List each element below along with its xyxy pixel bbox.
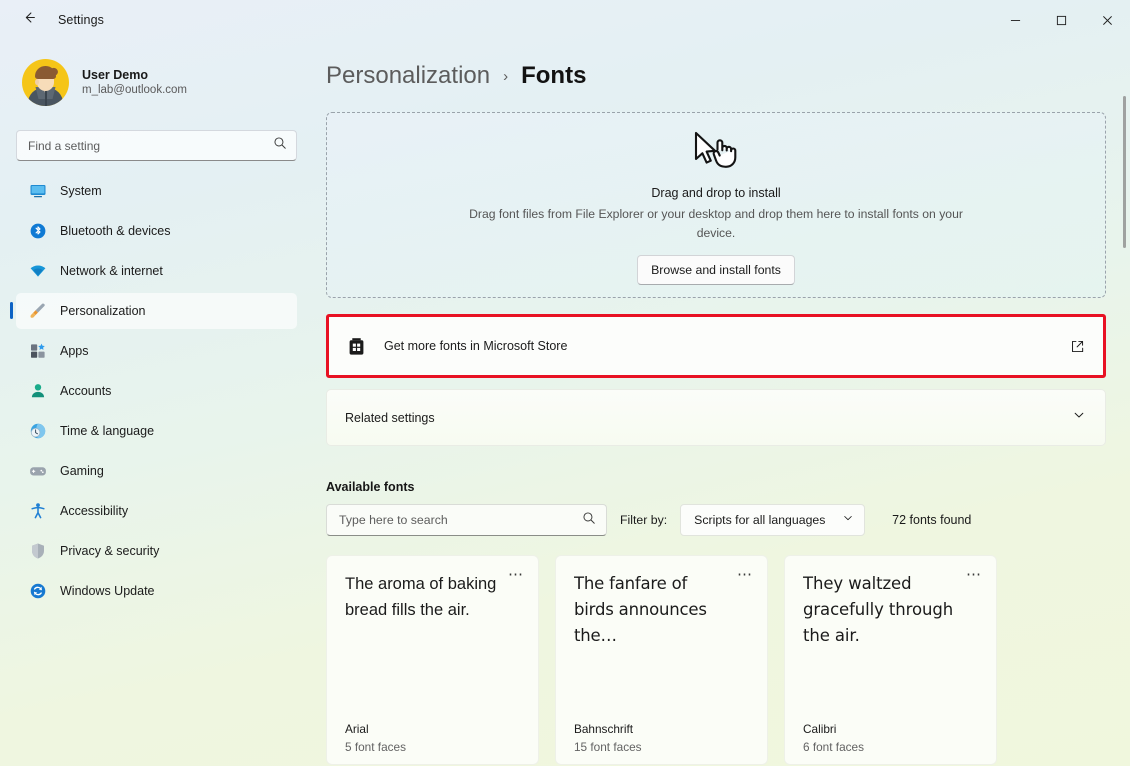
sidebar-item-label: Personalization [60,304,146,318]
person-icon [29,382,47,400]
bluetooth-icon [29,222,47,240]
chevron-down-icon [842,511,854,529]
filter-by-label: Filter by: [620,513,668,527]
sidebar-item-label: System [60,184,102,198]
clock-globe-icon [29,422,47,440]
page-title: Fonts [521,62,587,89]
scripts-filter-dropdown[interactable]: Scripts for all languages [680,504,866,536]
account-summary[interactable]: User Demo m_lab@outlook.com [16,40,297,110]
fonts-filter-bar: Filter by: Scripts for all languages 72 … [326,504,1106,536]
cursor-hand-drag-icon [690,129,742,180]
minimize-button[interactable] [992,0,1038,40]
breadcrumb: Personalization › Fonts [326,62,1106,90]
window-controls [992,0,1130,40]
account-name: User Demo [82,68,148,82]
store-row-label: Get more fonts in Microsoft Store [384,339,568,353]
close-button[interactable] [1084,0,1130,40]
drop-zone-title: Drag and drop to install [651,186,781,200]
search-input[interactable] [28,138,273,153]
sidebar-item-label: Gaming [60,464,104,478]
main-scrollbar-thumb[interactable] [1123,96,1126,248]
font-drop-zone[interactable]: Drag and drop to install Drag font files… [326,112,1106,298]
sidebar-item-label: Time & language [60,424,155,438]
scripts-filter-value: Scripts for all languages [694,513,826,527]
update-refresh-icon [29,582,47,600]
sidebar-item-apps[interactable]: Apps [16,333,297,369]
sidebar-item-label: Accessibility [60,504,129,518]
available-fonts-heading: Available fonts [326,480,415,494]
sidebar-nav: System Bluetooth & devices Network & int… [10,173,297,609]
sidebar-item-label: Network & internet [60,264,163,278]
sidebar: User Demo m_lab@outlook.com System [0,40,313,766]
font-faces-count: 15 font faces [574,740,642,754]
font-name: Calibri [803,722,837,736]
avatar [22,58,69,106]
more-options-icon[interactable]: ⋯ [508,567,524,582]
sidebar-item-label: Privacy & security [60,544,160,558]
browse-install-fonts-button[interactable]: Browse and install fonts [637,255,795,285]
font-faces-count: 5 font faces [345,740,406,754]
font-card-grid: The aroma of baking bread fills the air.… [326,555,1106,765]
fonts-found-count: 72 fonts found [892,513,972,527]
related-settings-row[interactable]: Related settings [326,389,1106,446]
font-sample-text: The fanfare of birds announces the… [574,574,707,645]
title-bar: Settings [0,0,1130,40]
accessibility-icon [29,502,47,520]
font-search-input[interactable] [339,513,582,527]
chevron-down-icon [1072,408,1086,427]
drop-zone-description: Drag font files from File Explorer or yo… [469,207,963,240]
sidebar-item-accounts[interactable]: Accounts [16,373,297,409]
get-more-fonts-row[interactable]: Get more fonts in Microsoft Store [329,317,1103,375]
microsoft-store-icon [346,336,367,357]
main-content: Personalization › Fonts Drag and drop to… [313,40,1130,766]
apps-grid-icon [29,342,47,360]
sidebar-item-privacy-security[interactable]: Privacy & security [16,533,297,569]
sidebar-item-label: Windows Update [60,584,155,598]
account-email: m_lab@outlook.com [82,84,187,96]
store-row-highlight: Get more fonts in Microsoft Store [326,314,1106,378]
sidebar-item-label: Apps [60,344,89,358]
sidebar-item-label: Accounts [60,384,112,398]
search-icon [582,511,596,530]
font-sample-text: The aroma of baking bread fills the air. [345,575,497,619]
related-settings-label: Related settings [345,410,435,425]
more-options-icon[interactable]: ⋯ [966,567,982,582]
breadcrumb-separator: › [503,67,509,85]
maximize-button[interactable] [1038,0,1084,40]
open-external-icon [1070,339,1085,354]
monitor-icon [29,182,47,200]
font-card[interactable]: The fanfare of birds announces the… ⋯ Ba… [555,555,768,765]
font-name: Bahnschrift [574,722,634,736]
font-card[interactable]: They waltzed gracefully through the air.… [784,555,997,765]
shield-icon [29,542,47,560]
font-card[interactable]: The aroma of baking bread fills the air.… [326,555,539,765]
sidebar-item-time-language[interactable]: Time & language [16,413,297,449]
sidebar-item-accessibility[interactable]: Accessibility [16,493,297,529]
app-title: Settings [58,13,104,27]
font-name: Arial [345,722,369,736]
font-search-box[interactable] [326,504,607,536]
breadcrumb-parent[interactable]: Personalization [326,62,490,90]
sidebar-search[interactable] [16,130,297,161]
sidebar-item-system[interactable]: System [16,173,297,209]
back-button[interactable] [12,5,46,35]
sidebar-item-label: Bluetooth & devices [60,224,171,238]
sidebar-item-network-internet[interactable]: Network & internet [16,253,297,289]
sidebar-item-personalization[interactable]: Personalization [10,293,297,329]
wifi-icon [29,262,47,280]
back-arrow-icon [22,10,37,30]
font-sample-text: They waltzed gracefully through the air. [803,574,954,645]
font-faces-count: 6 font faces [803,740,864,754]
more-options-icon[interactable]: ⋯ [737,567,753,582]
gamepad-icon [29,462,47,480]
sidebar-item-gaming[interactable]: Gaming [16,453,297,489]
sidebar-item-bluetooth-devices[interactable]: Bluetooth & devices [16,213,297,249]
sidebar-item-windows-update[interactable]: Windows Update [16,573,297,609]
paintbrush-icon [29,302,47,320]
search-icon [273,136,287,155]
